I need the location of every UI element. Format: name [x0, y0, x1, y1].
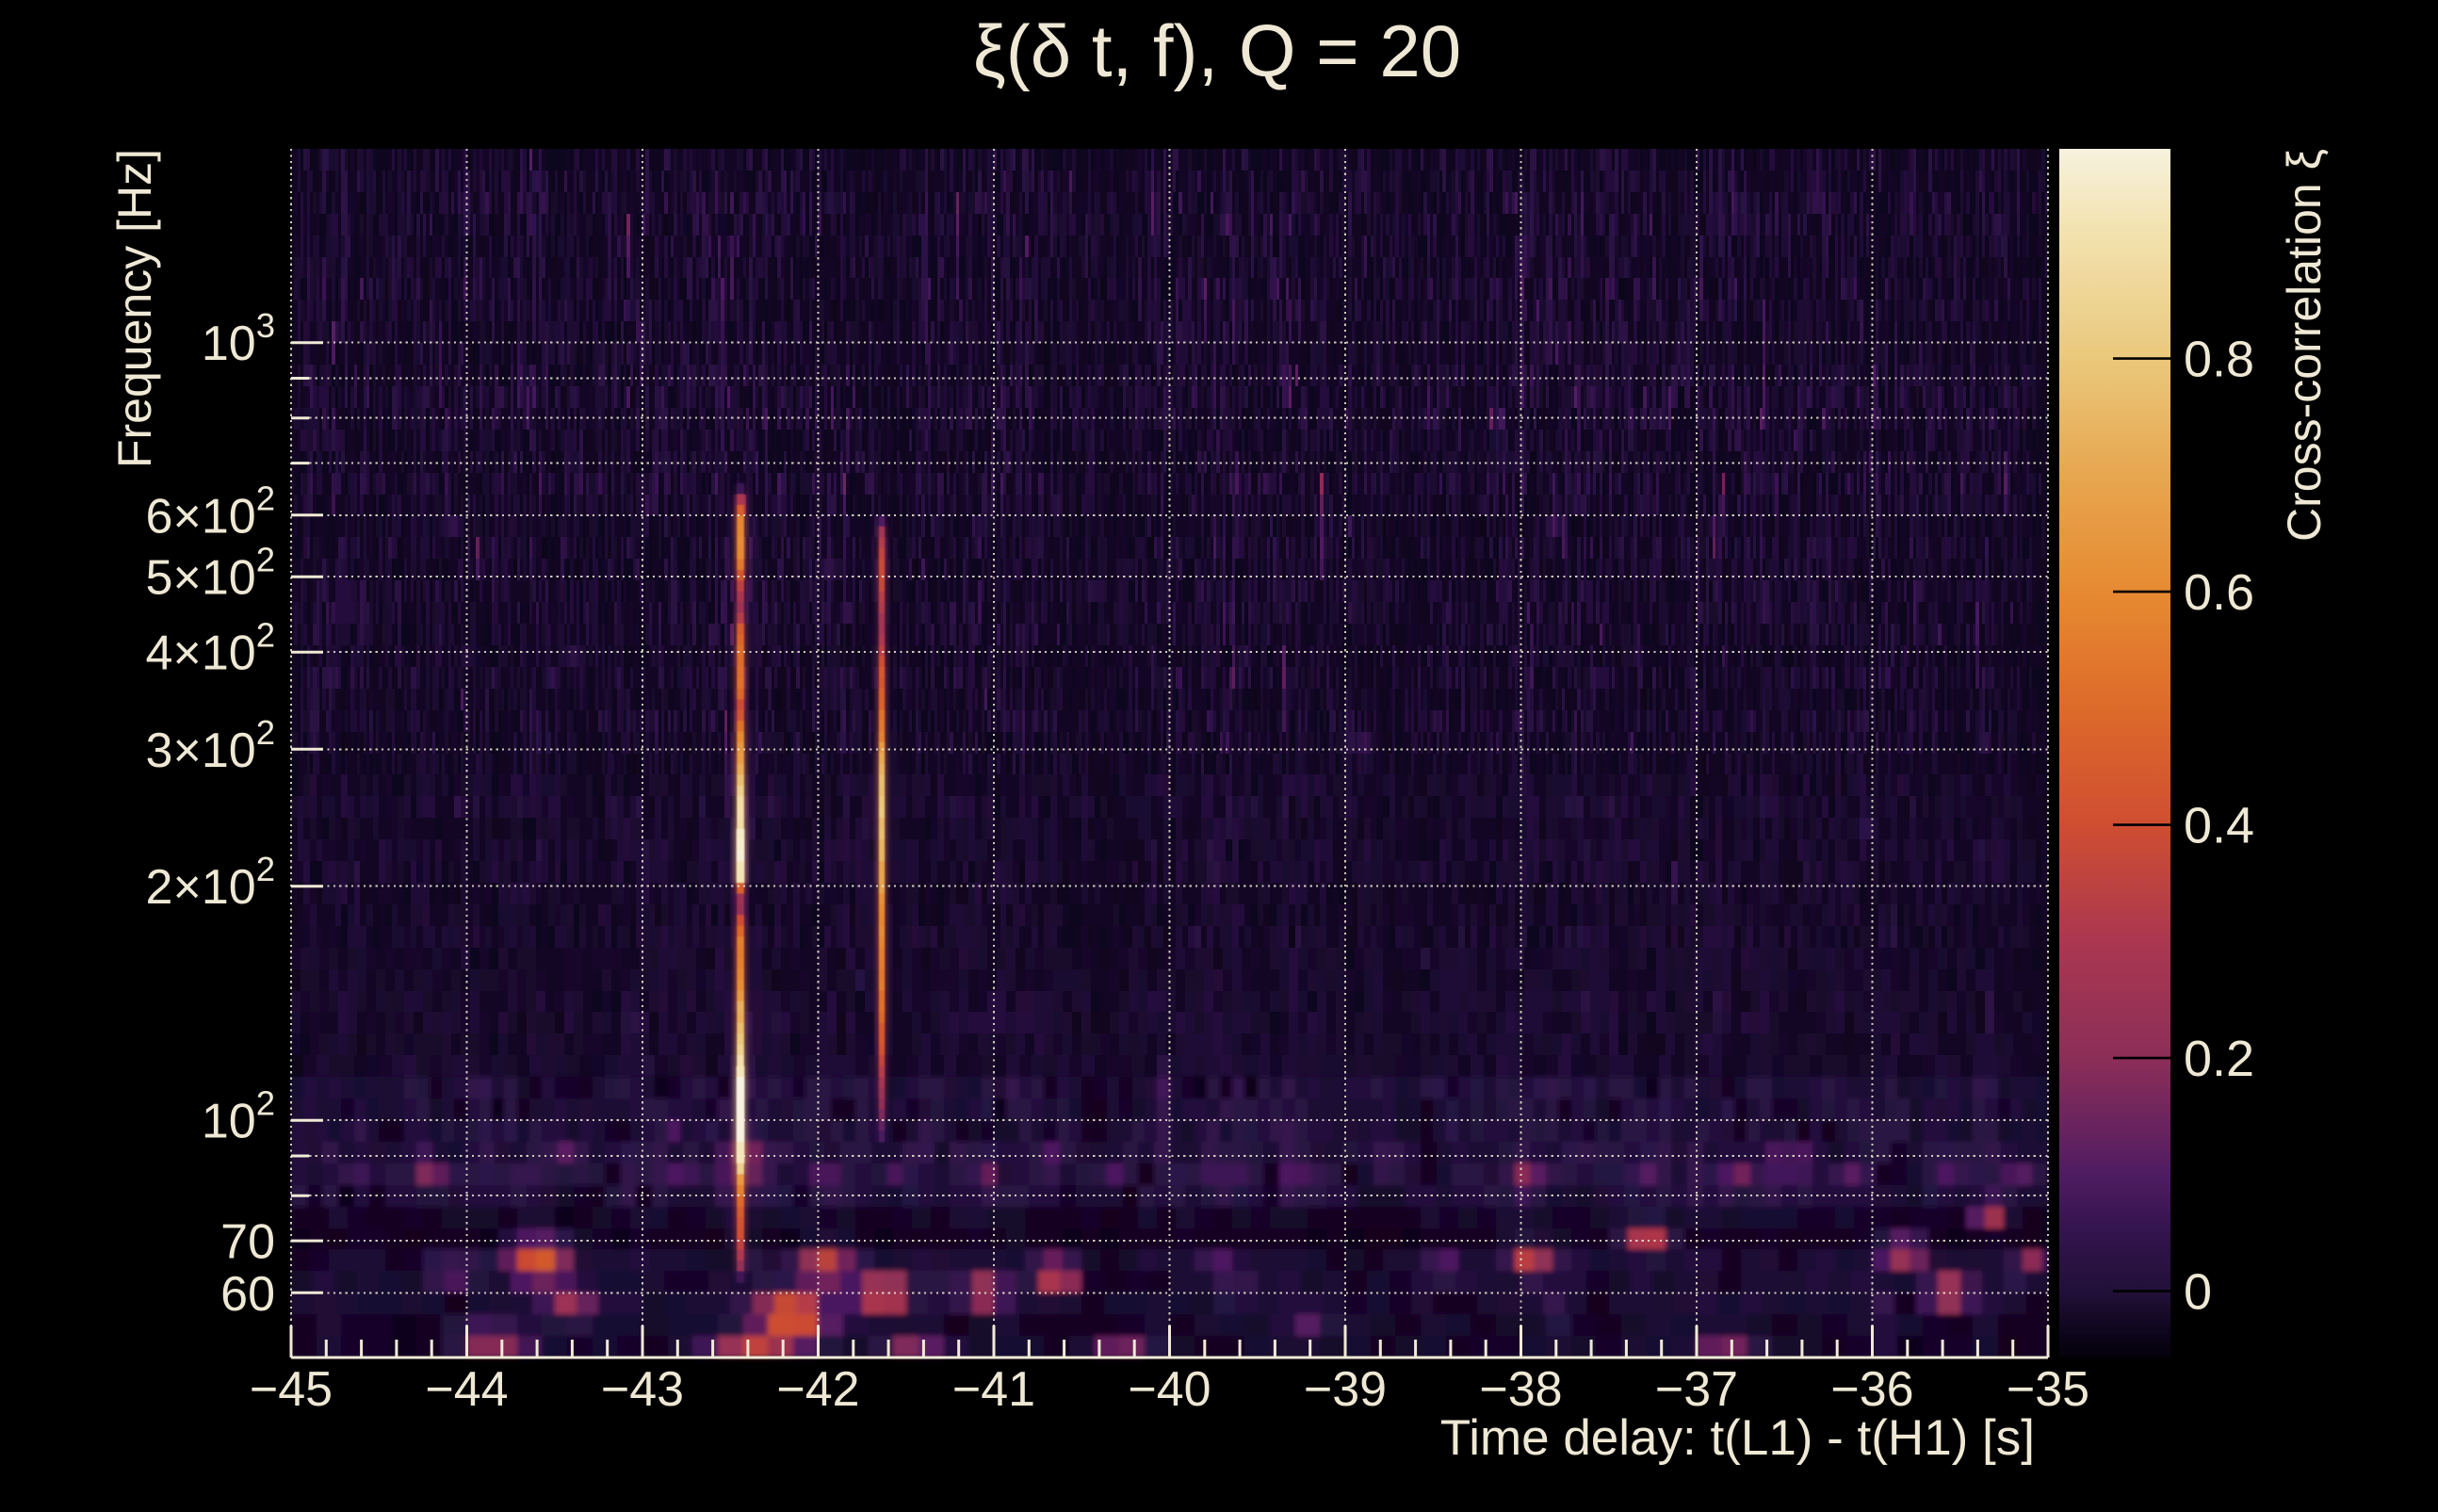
- svg-text:−45: −45: [250, 1362, 333, 1417]
- svg-text:0.2: 0.2: [2184, 1031, 2254, 1087]
- svg-text:−39: −39: [1304, 1362, 1387, 1417]
- svg-text:−38: −38: [1479, 1362, 1562, 1417]
- svg-text:0.6: 0.6: [2184, 564, 2254, 621]
- svg-text:−36: −36: [1830, 1362, 1913, 1417]
- svg-text:70: 70: [220, 1215, 275, 1270]
- svg-text:4×102: 4×102: [146, 616, 275, 681]
- svg-text:5×102: 5×102: [146, 541, 275, 606]
- svg-text:6×102: 6×102: [146, 479, 275, 544]
- svg-text:ξ(δ t, f), Q = 20: ξ(δ t, f), Q = 20: [973, 9, 1461, 92]
- svg-text:−41: −41: [952, 1362, 1035, 1417]
- svg-text:Frequency [Hz]: Frequency [Hz]: [108, 149, 161, 468]
- svg-text:−40: −40: [1128, 1362, 1211, 1417]
- svg-text:Cross-correlation ξ: Cross-correlation ξ: [2278, 149, 2331, 542]
- svg-text:−37: −37: [1655, 1362, 1738, 1417]
- svg-text:−42: −42: [776, 1362, 859, 1417]
- svg-text:−43: −43: [601, 1362, 684, 1417]
- svg-text:3×102: 3×102: [146, 713, 275, 778]
- svg-text:−35: −35: [2007, 1362, 2089, 1417]
- svg-text:0.4: 0.4: [2184, 798, 2254, 854]
- svg-text:−44: −44: [425, 1362, 508, 1417]
- svg-text:2×102: 2×102: [146, 850, 275, 915]
- svg-text:60: 60: [220, 1267, 275, 1322]
- svg-text:0.8: 0.8: [2184, 332, 2254, 388]
- svg-text:0: 0: [2184, 1264, 2212, 1321]
- svg-text:Time delay: t(L1) - t(H1) [s]: Time delay: t(L1) - t(H1) [s]: [1440, 1410, 2035, 1466]
